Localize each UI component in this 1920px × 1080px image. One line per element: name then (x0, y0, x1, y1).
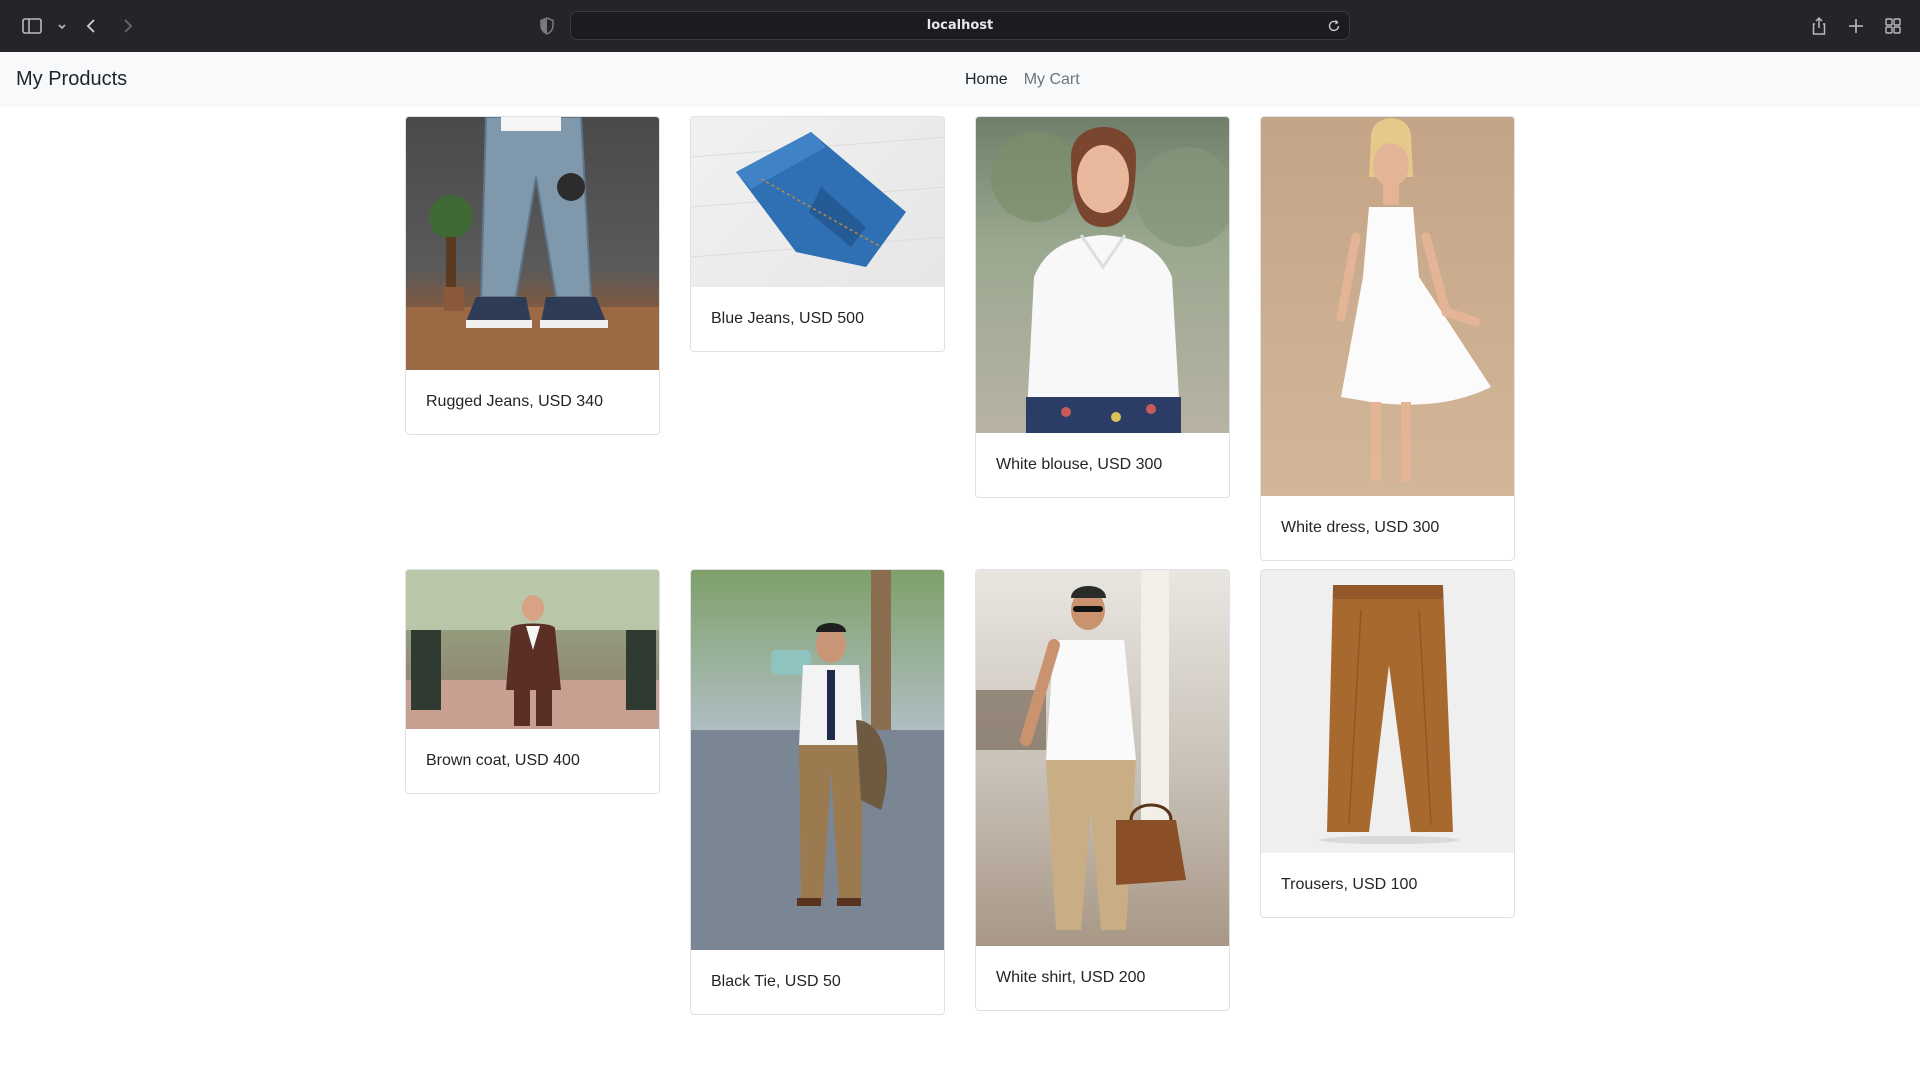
back-icon[interactable] (80, 14, 104, 38)
product-image (406, 117, 659, 370)
product-image (691, 117, 944, 287)
url-text: localhost (926, 18, 994, 33)
reload-icon[interactable] (1327, 19, 1341, 33)
navbar: My Products Home My Cart (0, 52, 1920, 107)
tab-overview-icon[interactable] (1881, 14, 1905, 38)
share-icon[interactable] (1807, 14, 1831, 38)
brand-title[interactable]: My Products (16, 68, 127, 91)
product-card[interactable]: Rugged Jeans, USD 340 (405, 116, 660, 435)
product-caption: Trousers, USD 100 (1281, 876, 1418, 893)
new-tab-icon[interactable] (1844, 14, 1868, 38)
nav-home-link[interactable]: Home (965, 71, 1008, 89)
product-caption: Rugged Jeans, USD 340 (426, 393, 603, 410)
product-card[interactable]: White blouse, USD 300 (975, 116, 1230, 498)
sidebar-toggle-icon[interactable] (20, 14, 44, 38)
nav-links: Home My Cart (965, 71, 1080, 89)
product-caption: White shirt, USD 200 (996, 969, 1146, 986)
forward-icon[interactable] (115, 14, 139, 38)
nav-cart-link[interactable]: My Cart (1024, 71, 1080, 89)
address-bar[interactable]: localhost (570, 11, 1350, 40)
product-caption: Blue Jeans, USD 500 (711, 310, 864, 327)
privacy-shield-icon[interactable] (535, 14, 559, 38)
product-caption: Brown coat, USD 400 (426, 752, 580, 769)
product-image (1261, 117, 1514, 496)
product-caption: White blouse, USD 300 (996, 456, 1163, 473)
browser-toolbar: localhost (0, 0, 1920, 52)
chevron-down-icon[interactable] (50, 14, 74, 38)
product-image (976, 117, 1229, 433)
product-image (406, 570, 659, 729)
product-card[interactable]: Black Tie, USD 50 (690, 569, 945, 1015)
product-card[interactable]: Brown coat, USD 400 (405, 569, 660, 794)
product-card[interactable]: White dress, USD 300 (1260, 116, 1515, 561)
product-card[interactable]: Trousers, USD 100 (1260, 569, 1515, 918)
product-image (976, 570, 1229, 946)
product-image (691, 570, 944, 950)
product-image (1261, 570, 1514, 853)
product-card[interactable]: White shirt, USD 200 (975, 569, 1230, 1011)
product-card[interactable]: Blue Jeans, USD 500 (690, 116, 945, 352)
product-caption: Black Tie, USD 50 (711, 973, 841, 990)
product-caption: White dress, USD 300 (1281, 519, 1440, 536)
